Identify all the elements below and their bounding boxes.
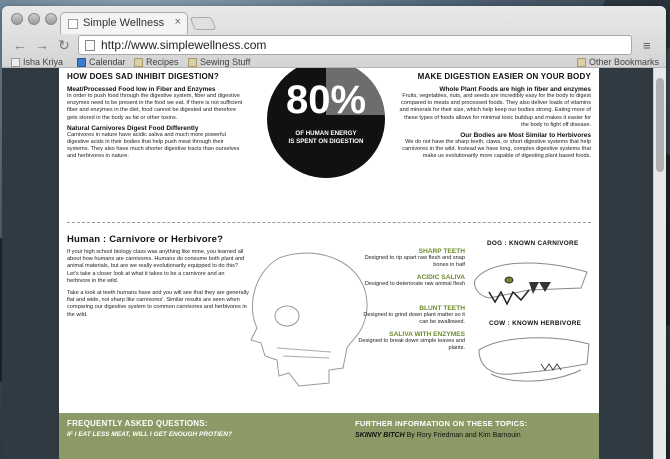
browser-window: Simple Wellness × ← → ↻ http://www.simpl… — [2, 6, 666, 459]
book-title: SKINNY BITCH — [355, 432, 405, 439]
zoom-window-button[interactable] — [45, 13, 57, 25]
feature-blunt-teeth: BLUNT TEETH Designed to grind down plant … — [363, 304, 465, 325]
reload-button[interactable]: ↻ — [56, 37, 72, 54]
bookmark-calendar[interactable]: Calendar — [77, 57, 126, 67]
tab-title: Simple Wellness — [83, 17, 165, 29]
faq-question-1[interactable]: IF I EAT LESS MEAT, WILL I GET ENOUGH PR… — [67, 431, 232, 438]
bookmark-other-bookmarks[interactable]: Other Bookmarks — [577, 57, 659, 67]
bookmark-page-icon — [11, 57, 20, 67]
infographic-page: HOW DOES SAD INHIBIT DIGESTION? Meat/Pro… — [59, 68, 599, 459]
page-viewport: HOW DOES SAD INHIBIT DIGESTION? Meat/Pro… — [2, 68, 666, 459]
address-bar[interactable]: http://www.simplewellness.com — [78, 35, 632, 55]
close-window-button[interactable] — [11, 13, 23, 25]
sad-section: HOW DOES SAD INHIBIT DIGESTION? Meat/Pro… — [67, 72, 247, 161]
faq-heading: FREQUENTLY ASKED QUESTIONS: — [67, 419, 208, 428]
bookmark-recipes[interactable]: Recipes — [134, 57, 179, 67]
back-button[interactable]: ← — [12, 37, 28, 53]
stat-value: 80% — [285, 78, 367, 122]
feature-saliva-enzymes: SALIVA WITH ENZYMES Designed to break dow… — [358, 331, 465, 352]
cow-label: COW : KNOWN HERBIVORE — [489, 320, 582, 327]
easier-subheading-2: Our Bodies are Most Similar to Herbivore… — [460, 132, 591, 140]
tab-simple-wellness[interactable]: Simple Wellness × — [60, 12, 188, 34]
sad-paragraph-1: In order to push food through the digest… — [67, 93, 243, 121]
book-authors: By Rory Friedman and Kim Barnouin — [406, 432, 521, 439]
folder-icon — [577, 57, 586, 67]
minimize-window-button[interactable] — [28, 13, 40, 25]
scrollbar-thumb[interactable] — [656, 78, 664, 172]
cow-skull-illustration — [478, 337, 590, 382]
page-favicon-icon — [68, 19, 78, 29]
feature-acidic-saliva: ACIDIC SALIVA Designed to deteriorate raw… — [364, 274, 465, 288]
human-paragraph-1: If your high school biology class was an… — [67, 249, 245, 284]
sad-heading: HOW DOES SAD INHIBIT DIGESTION? — [67, 72, 219, 81]
energy-stat-circle: 80% OF HUMAN ENERGY IS SPENT ON DIGESTIO… — [267, 68, 385, 178]
easier-paragraph-2: We do not have the sharp teeth, claws, o… — [402, 139, 591, 160]
tab-close-icon[interactable]: × — [175, 16, 181, 28]
easier-subheading-1: Whole Plant Foods are high in fiber and … — [439, 86, 591, 93]
easier-paragraph-1: Fruits, vegetables, nuts, and seeds are … — [399, 93, 591, 128]
calendar-icon — [77, 57, 86, 67]
dog-label: DOG : KNOWN CARNIVORE — [487, 240, 579, 247]
further-section: FURTHER INFORMATION ON THESE TOPICS: SKI… — [355, 419, 595, 439]
features-list: SHARP TEETH Designed to rip apart raw fle… — [353, 248, 465, 352]
dog-skull-illustration — [474, 262, 588, 306]
human-section: Human : Carnivore or Herbivore? If your … — [67, 234, 249, 425]
stat-caption: OF HUMAN ENERGY IS SPENT ON DIGESTION — [288, 130, 364, 145]
folder-icon — [134, 57, 143, 67]
address-bar-url: http://www.simplewellness.com — [101, 38, 267, 52]
sad-subheading-2: Natural Carnivores Digest Food Different… — [67, 124, 199, 132]
browser-chrome: Simple Wellness × ← → ↻ http://www.simpl… — [2, 6, 666, 68]
bookmark-isha-kriya[interactable]: Isha Kriya — [11, 57, 63, 67]
vertical-scrollbar[interactable] — [653, 68, 666, 459]
folder-icon — [188, 57, 197, 67]
feature-sharp-teeth: SHARP TEETH Designed to rip apart raw fle… — [364, 248, 465, 269]
sad-subheading-1: Meat/Processed Food low in Fiber and Enz… — [67, 86, 216, 93]
new-tab-button[interactable] — [189, 17, 217, 30]
section-divider — [67, 222, 591, 223]
book-recommendation[interactable]: SKINNY BITCH By Rory Friedman and Kim Ba… — [355, 432, 595, 439]
page-icon — [85, 40, 95, 51]
easier-heading: MAKE DIGESTION EASIER ON YOUR BODY — [417, 72, 591, 81]
bookmark-sewing-stuff[interactable]: Sewing Stuff — [188, 57, 250, 67]
menu-icon[interactable]: ≡ — [643, 38, 651, 53]
footer-band: FREQUENTLY ASKED QUESTIONS: IF I EAT LES… — [59, 413, 599, 459]
further-heading: FURTHER INFORMATION ON THESE TOPICS: — [355, 419, 528, 428]
easier-section: MAKE DIGESTION EASIER ON YOUR BODY Whole… — [397, 72, 591, 161]
sad-paragraph-2: Carnivores in nature have acidic saliva … — [67, 131, 240, 160]
human-paragraph-2: Take a look at teeth humans have and you… — [67, 290, 249, 318]
human-heading: Human : Carnivore or Herbivore? — [67, 234, 224, 245]
forward-button[interactable]: → — [34, 37, 50, 53]
faq-section: FREQUENTLY ASKED QUESTIONS: IF I EAT LES… — [67, 419, 232, 438]
